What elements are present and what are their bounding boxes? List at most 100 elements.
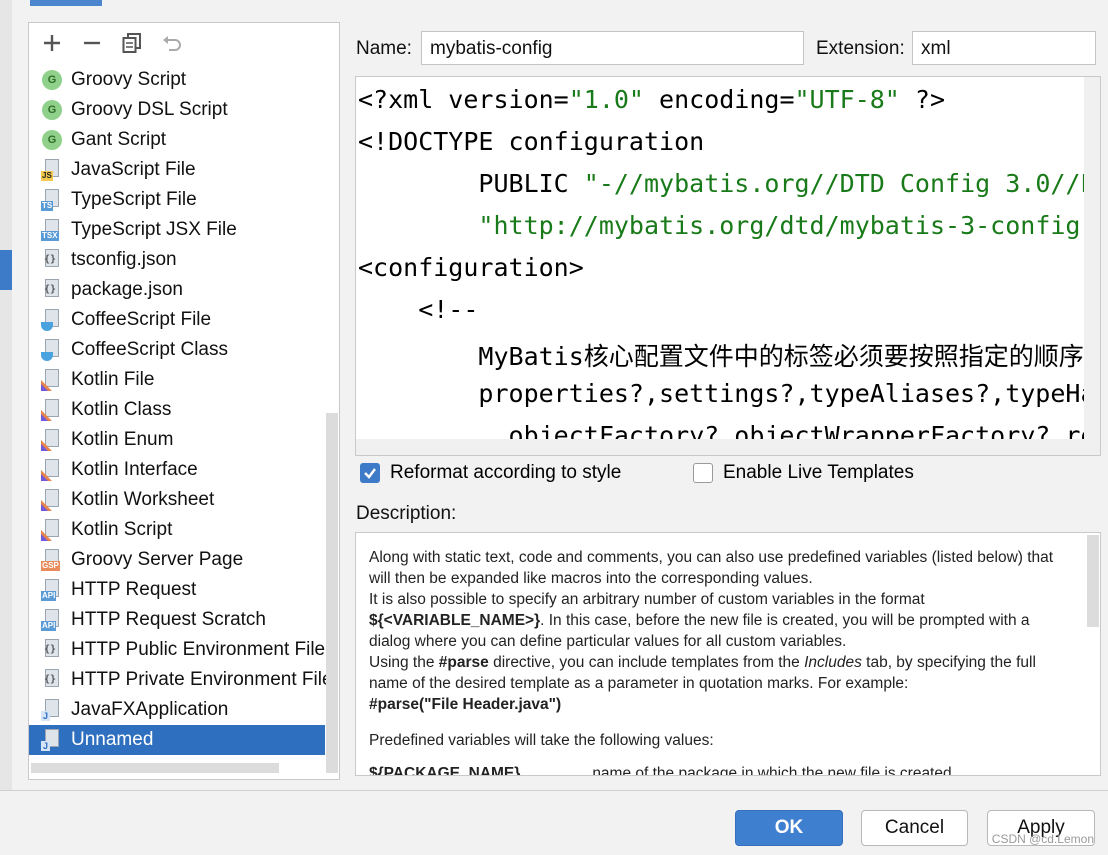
template-item[interactable]: CoffeeScript File	[29, 305, 325, 335]
template-item[interactable]: {} HTTP Private Environment File	[29, 665, 333, 695]
template-item[interactable]: Kotlin File	[29, 365, 325, 395]
name-field[interactable]: mybatis-config	[421, 31, 804, 65]
kotlin-icon	[41, 489, 63, 511]
template-item[interactable]: API HTTP Request Scratch	[29, 605, 325, 635]
template-item[interactable]: GSP Groovy Server Page	[29, 545, 325, 575]
template-item-label: Kotlin Enum	[71, 429, 174, 450]
description-p1a: Along with static text, code and comment…	[369, 549, 1054, 587]
json-file-icon: {}	[41, 279, 63, 301]
live-templates-label: Enable Live Templates	[723, 462, 914, 483]
reformat-checkbox[interactable]: Reformat according to style	[360, 462, 621, 484]
template-item-label: Kotlin Interface	[71, 459, 198, 480]
coffeescript-icon	[41, 339, 63, 361]
template-item-label: HTTP Public Environment File	[71, 639, 326, 660]
json-file-icon: {}	[41, 249, 63, 271]
description-scrollbar[interactable]	[1087, 535, 1099, 627]
footer-divider	[0, 790, 1108, 791]
http-api-icon: API	[41, 579, 63, 601]
template-item[interactable]: TS TypeScript File	[29, 185, 325, 215]
template-code-editor[interactable]: <?xml version="1.0" encoding="UTF-8" ?> <…	[355, 76, 1101, 456]
template-item[interactable]: {} HTTP Public Environment File	[29, 635, 325, 665]
groovy-icon: G	[41, 69, 63, 91]
code-text: properties?,settings?,typeAliases?,typeH…	[478, 379, 1100, 408]
template-list-hscrollbar[interactable]	[31, 763, 279, 773]
template-list-scrollbar[interactable]	[326, 413, 338, 773]
template-item[interactable]: G Groovy DSL Script	[29, 95, 325, 125]
checkbox-checked-icon[interactable]	[360, 463, 380, 483]
template-list-panel: G Groovy Script G Groovy DSL Script G Gant Sc…	[28, 22, 340, 780]
gsp-file-icon: GSP	[41, 549, 63, 571]
code-line: <!DOCTYPE configuration	[358, 127, 704, 156]
template-item[interactable]: {} tsconfig.json	[29, 245, 325, 275]
description-p2a: Using the	[369, 654, 439, 671]
undo-icon[interactable]	[159, 30, 185, 56]
package-name-variable: ${PACKAGE_NAME}	[369, 765, 521, 776]
description-p1b: It is also possible to specify an arbitr…	[369, 591, 925, 608]
template-item[interactable]: CoffeeScript Class	[29, 335, 325, 365]
template-item[interactable]: Kotlin Interface	[29, 455, 325, 485]
code-string: "http://mybatis.org/dtd/mybatis-3-config…	[478, 211, 1101, 240]
code-text: ?>	[899, 85, 946, 114]
window-edge-accent	[0, 250, 12, 290]
java-file-icon: J	[41, 699, 63, 721]
reformat-label: Reformat according to style	[390, 462, 622, 483]
code-line: MyBatis核心配置文件中的标签必须要按照指定的顺序配置：	[358, 337, 1100, 373]
template-item-label: Kotlin Worksheet	[71, 489, 215, 510]
java-file-icon: J	[41, 729, 63, 751]
template-item-label: tsconfig.json	[71, 249, 177, 270]
checkbox-unchecked-icon[interactable]	[693, 463, 713, 483]
extension-field[interactable]: xml	[912, 31, 1096, 65]
template-item[interactable]: Kotlin Script	[29, 515, 325, 545]
kotlin-icon	[41, 399, 63, 421]
editor-horizontal-scrollbar[interactable]	[356, 439, 1086, 455]
plus-icon[interactable]	[39, 30, 65, 56]
name-label: Name:	[356, 38, 412, 59]
template-item[interactable]: TSX TypeScript JSX File	[29, 215, 325, 245]
code-text: encoding=	[643, 85, 795, 114]
template-item[interactable]: {} package.json	[29, 275, 325, 305]
cancel-button[interactable]: Cancel	[861, 810, 968, 846]
template-item-label: CoffeeScript Class	[71, 339, 228, 360]
groovy-icon: G	[41, 129, 63, 151]
copy-icon[interactable]	[119, 30, 145, 56]
kotlin-icon	[41, 459, 63, 481]
code-line: PUBLIC "-//mybatis.org//DTD Config 3.0//…	[358, 169, 1100, 198]
ok-button[interactable]: OK	[735, 810, 843, 846]
extension-label: Extension:	[816, 38, 905, 59]
description-label: Description:	[356, 503, 457, 524]
template-item-label: Kotlin File	[71, 369, 155, 390]
kotlin-icon	[41, 369, 63, 391]
template-item-label: HTTP Request	[71, 579, 197, 600]
code-string: "UTF-8"	[794, 85, 900, 114]
parse-directive: #parse	[438, 654, 489, 671]
template-item-label: Unnamed	[71, 729, 154, 750]
template-list: G Groovy Script G Groovy DSL Script G Gant Sc…	[29, 65, 333, 755]
groovy-icon: G	[41, 99, 63, 121]
watermark: CSDN @cd.Lemon	[991, 832, 1094, 846]
template-item[interactable]: JS JavaScript File	[29, 155, 325, 185]
http-api-icon: API	[41, 609, 63, 631]
kotlin-icon	[41, 519, 63, 541]
template-item[interactable]: API HTTP Request	[29, 575, 325, 605]
template-item[interactable]: G Groovy Script	[29, 65, 325, 95]
template-item[interactable]: Kotlin Enum	[29, 425, 325, 455]
live-templates-checkbox[interactable]: Enable Live Templates	[693, 462, 914, 484]
template-item[interactable]: G Gant Script	[29, 125, 325, 155]
kotlin-icon	[41, 429, 63, 451]
code-line: "http://mybatis.org/dtd/mybatis-3-config…	[358, 211, 1101, 240]
template-item[interactable]: J JavaFXApplication	[29, 695, 325, 725]
template-item-label: TypeScript JSX File	[71, 219, 237, 240]
json-file-icon: {}	[41, 669, 63, 691]
template-item[interactable]: Kotlin Class	[29, 395, 325, 425]
template-item-label: HTTP Request Scratch	[71, 609, 267, 630]
code-line: <?xml version="1.0" encoding="UTF-8" ?>	[358, 85, 945, 114]
template-item[interactable]: J Unnamed	[29, 725, 325, 755]
template-item-label: Groovy DSL Script	[71, 99, 228, 120]
template-item-label: JavaFXApplication	[71, 699, 229, 720]
template-toolbar	[29, 23, 339, 63]
template-item-label: HTTP Private Environment File	[71, 669, 333, 690]
editor-vertical-scrollbar[interactable]	[1084, 77, 1100, 455]
template-item[interactable]: Kotlin Worksheet	[29, 485, 325, 515]
minus-icon[interactable]	[79, 30, 105, 56]
code-string: "1.0"	[568, 85, 644, 114]
